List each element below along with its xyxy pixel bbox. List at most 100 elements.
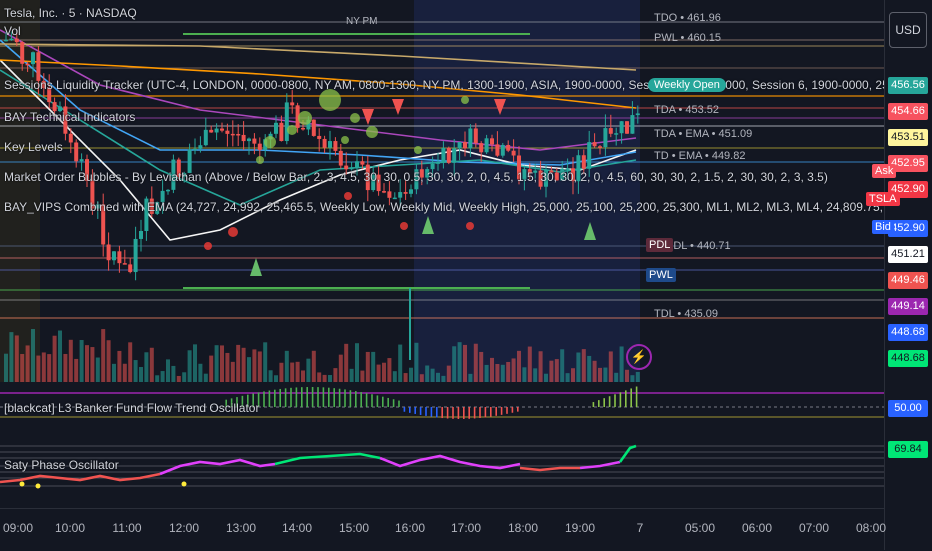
volume-bar — [263, 342, 268, 382]
candle-body — [506, 144, 511, 151]
volume-bar — [31, 329, 35, 382]
price-chart-pane[interactable]: Tesla, Inc. · 5 · NASDAQ Vol Sessions Li… — [0, 0, 884, 382]
candle-body — [301, 127, 305, 130]
indicator-sessions[interactable]: Sessions Liquidity Tracker (UTC-4, LONDO… — [4, 78, 884, 92]
indicator-market-order-bubbles[interactable]: Market Order Bubbles - By Leviathan (Abo… — [4, 170, 884, 184]
volume-bar — [284, 350, 289, 382]
osc1-bar — [441, 407, 443, 419]
tdl-label: TDL • 435.09 — [654, 308, 718, 320]
volume-bar — [554, 359, 559, 382]
volume-bar — [592, 360, 597, 382]
candle-body — [230, 133, 235, 136]
time-axis-label: 05:00 — [684, 521, 716, 535]
volume-bar — [20, 354, 25, 382]
banker-fund-flow-pane[interactable]: [blackcat] L3 Banker Fund Flow Trend Osc… — [0, 383, 884, 437]
osc1-bar — [387, 397, 389, 407]
volume-bar — [279, 362, 284, 382]
candle-body — [9, 38, 14, 41]
currency-button[interactable]: USD — [889, 12, 927, 48]
pwl-chip[interactable]: PWL — [646, 268, 676, 282]
indicator-saty-phase[interactable]: Saty Phase Oscillator — [4, 458, 119, 472]
volume-bar — [117, 350, 122, 382]
volume-bar — [344, 343, 349, 382]
osc1-bar — [625, 390, 627, 407]
time-axis-label: 16:00 — [394, 521, 426, 535]
volume-bar — [625, 369, 629, 382]
volume-bar — [484, 364, 489, 382]
asia-session-shade — [414, 0, 640, 382]
osc1-bar — [409, 407, 411, 413]
volume-bar — [311, 350, 316, 382]
osc1-bar — [382, 396, 384, 407]
price-tag: 456.56 — [888, 77, 928, 94]
candle-body — [112, 251, 116, 261]
volume-bar — [225, 352, 230, 382]
candle-body — [603, 128, 608, 148]
candle-body — [382, 191, 386, 193]
volume-bar — [403, 373, 408, 382]
indicator-bay-technical[interactable]: BAY Technical Indicators — [4, 110, 135, 124]
volume-bar — [36, 355, 41, 382]
price-tag: 449.14 — [888, 298, 928, 315]
sell-signal-triangle — [392, 99, 404, 115]
bid-chip[interactable]: Bid — [872, 220, 894, 234]
candle-body — [344, 165, 349, 170]
order-bubble — [350, 113, 360, 123]
volume-bar — [317, 372, 322, 382]
osc1-bar — [268, 390, 271, 407]
symbol-title[interactable]: Tesla, Inc. · 5 · NASDAQ — [4, 6, 137, 20]
volume-bar — [14, 335, 19, 382]
volume-bar — [106, 340, 111, 382]
volume-bar — [490, 357, 494, 382]
volume-bar — [149, 347, 154, 382]
candle-body — [74, 142, 79, 162]
volume-bar — [511, 358, 516, 382]
lightning-icon[interactable]: ⚡ — [626, 344, 652, 370]
pdl-chip[interactable]: PDL — [646, 238, 674, 252]
phase-marker-dot — [19, 481, 25, 487]
osc1-bar — [608, 396, 611, 407]
osc1-bar — [290, 387, 292, 407]
volume-bar — [166, 359, 170, 382]
candle-body — [441, 148, 446, 163]
osc1-bar — [436, 407, 438, 418]
candle-body — [198, 145, 203, 149]
volume-bar — [4, 353, 8, 382]
volume-bar — [90, 347, 95, 382]
candle-body — [122, 263, 127, 265]
osc1-bar — [322, 387, 325, 407]
candle-body — [333, 141, 338, 151]
indicator-vips[interactable]: BAY_VIPS Combined with EMA (24,727, 24,9… — [4, 200, 884, 214]
volume-bar — [630, 375, 635, 382]
price-chart-canvas[interactable] — [0, 0, 884, 382]
candle-body — [274, 122, 278, 134]
volume-label[interactable]: Vol — [4, 24, 21, 38]
volume-bar — [468, 373, 473, 382]
volume-bar — [133, 360, 138, 382]
volume-bar — [446, 365, 451, 382]
volume-bar — [41, 352, 46, 382]
phase-oscillator-line — [519, 466, 580, 472]
candle-body — [619, 121, 624, 134]
indicator-key-levels[interactable]: Key Levels — [4, 140, 63, 154]
tsla-chip[interactable]: TSLA — [866, 192, 900, 206]
time-axis-label: 7 — [636, 521, 644, 535]
saty-phase-pane[interactable]: Saty Phase Oscillator — [0, 438, 884, 508]
saty-phase-canvas[interactable] — [0, 438, 884, 508]
volume-bar — [473, 343, 478, 382]
ask-chip[interactable]: Ask — [872, 164, 897, 178]
order-bubble — [264, 136, 276, 148]
volume-bar — [295, 361, 300, 382]
osc1-bar — [635, 386, 638, 407]
order-bubble — [319, 89, 341, 111]
osc1-bar — [473, 407, 476, 419]
indicator-banker-fund-flow[interactable]: [blackcat] L3 Banker Fund Flow Trend Osc… — [4, 401, 259, 415]
candle-body — [452, 148, 457, 163]
weekly-open-chip[interactable]: Weekly Open — [648, 78, 726, 92]
time-axis-label: 19:00 — [564, 521, 596, 535]
volume-bar — [25, 345, 30, 382]
time-axis-label: 13:00 — [225, 521, 257, 535]
osc1-bar — [430, 407, 433, 417]
time-axis[interactable]: 09:00 10:00 11:00 12:00 13:00 14:00 15:00 16:00… — [0, 508, 886, 551]
volume-bar — [603, 367, 608, 382]
